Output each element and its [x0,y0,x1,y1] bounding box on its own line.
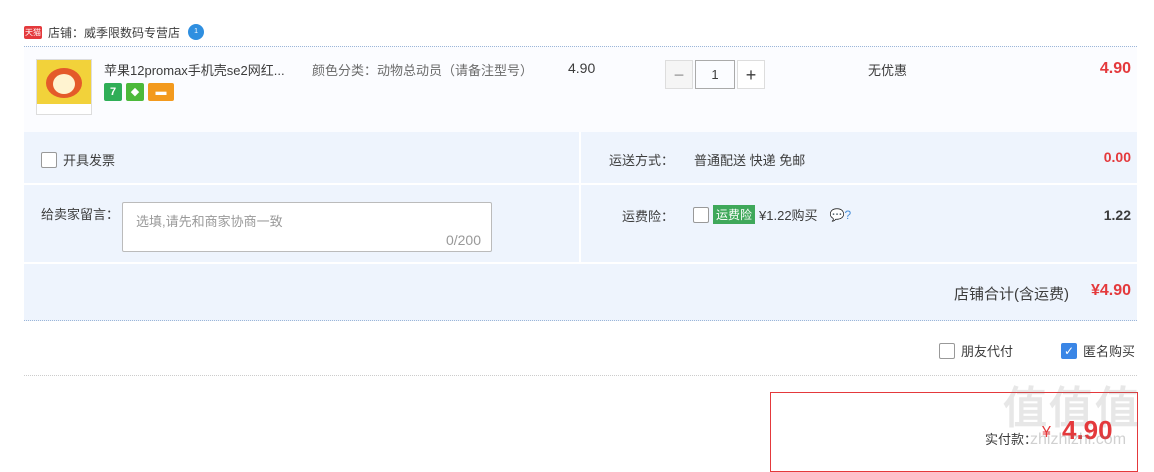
discount-text: 无优惠 [868,63,908,78]
friend-pay-option[interactable]: 朋友代付 [939,341,1013,360]
product-spec: 颜色分类：动物总动员（请备注型号） [312,63,534,78]
increase-button[interactable]: + [737,60,765,89]
seven-day-return-icon: 7 [104,83,122,101]
insurance-fee: 1.22 [1103,207,1131,223]
friend-pay-label: 朋友代付 [961,344,1014,359]
anonymous-checkbox[interactable]: ✓ [1061,342,1077,359]
watermark-text: zhizhizhi.com [1030,431,1127,448]
shipping-method: 普通配送 快递 免邮 [694,153,806,168]
extra-options: 朋友代付 ✓ 匿名购买 [24,321,1137,376]
insurance-label: 运费险： [622,209,675,224]
invoice-label: 开具发票 [63,153,116,168]
shop-total-value: ¥4.90 [1090,282,1131,299]
friend-pay-checkbox[interactable] [939,342,955,359]
insurance-checkbox[interactable] [693,206,709,223]
item-subtotal: 4.90 [1099,60,1131,77]
shop-total-label: 店铺合计(含运费) [954,286,1069,303]
seller-message-input[interactable]: 选填,请先和商家协商一致 0/200 [122,202,492,252]
shop-name[interactable]: 店铺：威季限数码专营店 [48,24,180,41]
shop-header: 天猫 店铺：威季限数码专营店 1 [24,20,205,44]
help-icon[interactable]: 💬? [830,208,852,222]
tmall-logo-icon: 天猫 [24,25,42,39]
service-badges: 7 ◆ ▬ [104,83,174,101]
unit-price: 4.90 [568,60,596,76]
invoice-option[interactable]: 开具发票 [41,150,115,169]
decrease-button[interactable]: − [665,60,693,89]
message-char-count: 0/200 [445,232,481,248]
shipping-fee: 0.00 [1103,149,1131,165]
insurance-option[interactable]: 运费险 ¥1.22购买 💬? [693,205,851,224]
credit-card-icon: ▬ [148,83,174,101]
order-options-panel: 开具发票 运送方式： 普通配送 快递 免邮 0.00 给卖家留言： 选填,请先和… [24,132,1137,321]
divider [24,262,1137,264]
product-title[interactable]: 苹果12promax手机壳se2网红... [104,60,285,79]
message-label: 给卖家留言： [41,207,120,222]
divider [24,183,1137,185]
shipping-label: 运送方式： [609,153,675,168]
quantity-input[interactable]: 1 [695,60,735,89]
anonymous-label: 匿名购买 [1083,344,1136,359]
message-placeholder: 选填,请先和商家协商一致 [136,214,283,229]
insurance-tag: 运费险 [713,205,756,224]
anonymous-buy-option[interactable]: ✓ 匿名购买 [1061,341,1135,360]
invoice-checkbox[interactable] [41,151,57,168]
product-thumbnail[interactable] [36,59,92,115]
order-item-row: 苹果12promax手机壳se2网红... 7 ◆ ▬ 颜色分类：动物总动员（请… [24,46,1137,134]
divider [579,132,581,262]
quantity-stepper: − 1 + [665,60,765,89]
insurance-price: ¥1.22购买 [759,208,818,223]
chat-icon[interactable]: 1 [188,24,205,40]
guarantee-icon: ◆ [126,83,144,101]
